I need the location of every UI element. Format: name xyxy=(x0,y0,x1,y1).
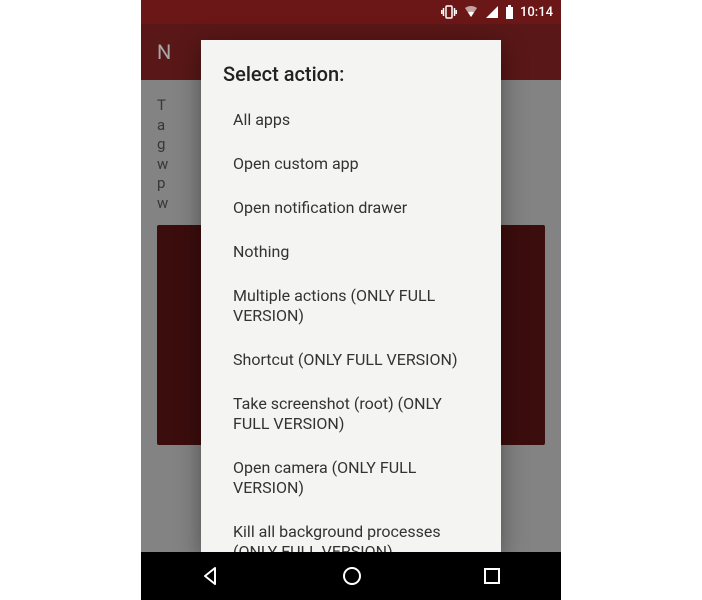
cell-signal-icon xyxy=(485,5,499,19)
option-open-camera[interactable]: Open camera (ONLY FULL VERSION) xyxy=(223,446,479,510)
option-open-custom-app[interactable]: Open custom app xyxy=(223,142,479,186)
status-bar: 10:14 xyxy=(141,0,561,24)
phone-frame: 10:14 N T a g w p w Select action: All a… xyxy=(141,0,561,600)
nav-recents-button[interactable] xyxy=(482,566,502,586)
option-all-apps[interactable]: All apps xyxy=(223,98,479,142)
status-time: 10:14 xyxy=(520,5,553,20)
option-multiple-actions[interactable]: Multiple actions (ONLY FULL VERSION) xyxy=(223,274,479,338)
nav-back-button[interactable] xyxy=(200,565,222,587)
vibrate-icon xyxy=(441,5,457,19)
nav-bar xyxy=(141,552,561,600)
option-nothing[interactable]: Nothing xyxy=(223,230,479,274)
dialog-title: Select action: xyxy=(223,62,479,86)
wifi-icon xyxy=(463,5,479,19)
option-open-notif-drawer[interactable]: Open notification drawer xyxy=(223,186,479,230)
option-take-screenshot[interactable]: Take screenshot (root) (ONLY FULL VERSIO… xyxy=(223,382,479,446)
option-shortcut[interactable]: Shortcut (ONLY FULL VERSION) xyxy=(223,338,479,382)
nav-home-button[interactable] xyxy=(341,565,363,587)
option-kill-bg-processes[interactable]: Kill all background processes (ONLY FULL… xyxy=(223,510,479,556)
select-action-dialog: Select action: All apps Open custom app … xyxy=(201,40,501,556)
battery-icon xyxy=(505,5,514,19)
